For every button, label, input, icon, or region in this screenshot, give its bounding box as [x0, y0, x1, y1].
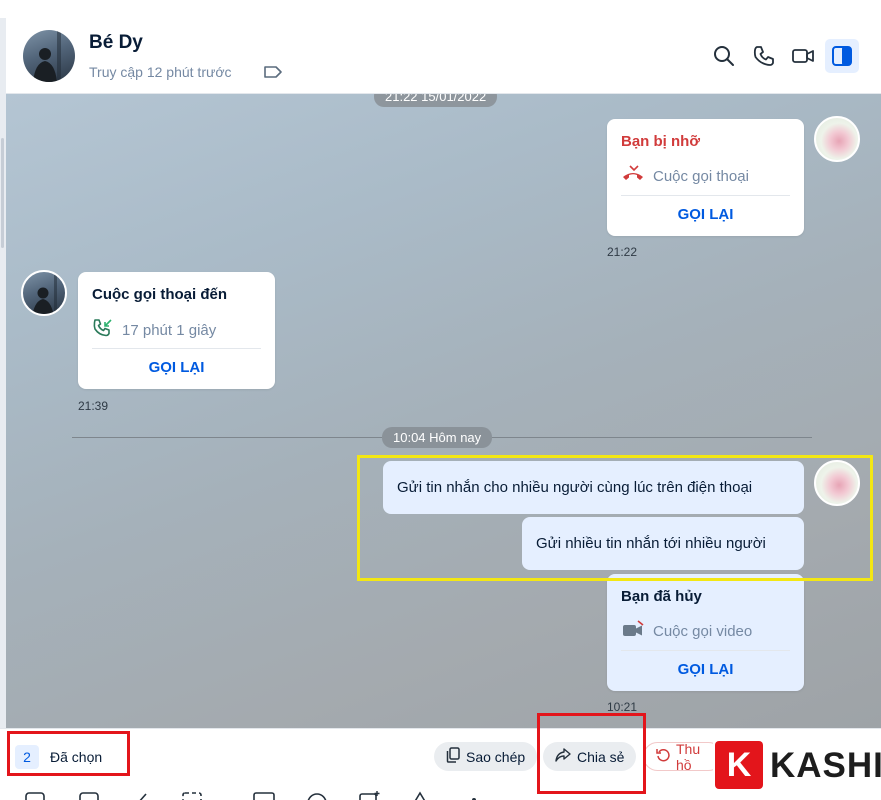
call-back-button[interactable]: GỌI LẠI: [607, 661, 804, 678]
screenshot-icon[interactable]: [181, 789, 205, 800]
call-type-label: Cuộc gọi video: [653, 622, 753, 640]
call-card-title: Bạn bị nhỡ: [621, 133, 700, 150]
search-icon[interactable]: [711, 43, 737, 69]
chat-message-area[interactable]: 21:22 15/01/2022 Bạn bị nhỡ Cuộc gọi tho…: [6, 94, 881, 728]
person-silhouette-icon: [33, 30, 61, 82]
contact-avatar-small[interactable]: [21, 270, 67, 316]
label-tag-icon[interactable]: [263, 64, 283, 85]
cancelled-call-card: Bạn đã hủy Cuộc gọi video GỌI LẠI: [607, 574, 804, 691]
call-back-button[interactable]: GỌI LẠI: [78, 359, 275, 376]
share-button-highlight: [537, 713, 646, 794]
call-card-detail: Cuộc gọi video: [621, 620, 752, 642]
logo-mark: K: [715, 741, 763, 789]
cancelled-video-icon: [621, 620, 645, 642]
copy-icon: [446, 747, 460, 766]
my-avatar[interactable]: [814, 116, 860, 162]
phone-icon[interactable]: [751, 43, 777, 69]
task-icon[interactable]: [358, 789, 382, 800]
sticker-icon[interactable]: [24, 789, 48, 800]
copy-label: Sao chép: [466, 748, 526, 765]
message-time: 21:39: [78, 399, 109, 413]
call-back-button[interactable]: GỌI LẠI: [607, 206, 804, 223]
format-text-icon[interactable]: [408, 789, 432, 800]
date-separator: 21:22 15/01/2022: [374, 94, 498, 107]
reminder-icon[interactable]: [305, 789, 329, 800]
call-card-detail: Cuộc gọi thoại: [621, 165, 749, 187]
call-duration-label: 17 phút 1 giây: [122, 321, 217, 339]
contact-last-seen: Truy cập 12 phút trước: [89, 64, 232, 80]
sidebar-toggle-icon[interactable]: [825, 39, 859, 73]
missed-call-card: Bạn bị nhỡ Cuộc gọi thoại GỌI LẠI: [607, 119, 804, 236]
scrollbar-thumb[interactable]: [1, 138, 4, 248]
incoming-call-icon: [92, 318, 114, 342]
more-options-icon[interactable]: [462, 789, 486, 800]
missed-call-icon: [621, 165, 645, 187]
card-divider: [621, 195, 790, 196]
recall-button[interactable]: Thu hồ: [643, 740, 723, 773]
contact-card-icon[interactable]: [252, 789, 276, 800]
date-separator: 10:04 Hôm nay: [382, 427, 493, 448]
image-icon[interactable]: [78, 789, 102, 800]
call-type-label: Cuộc gọi thoại: [653, 167, 749, 185]
selected-messages-highlight: [357, 455, 873, 581]
copy-button[interactable]: Sao chép: [434, 742, 538, 771]
call-card-title: Bạn đã hủy: [621, 588, 702, 605]
contact-name[interactable]: Bé Dy: [89, 32, 143, 54]
card-divider: [621, 650, 790, 651]
recall-label: Thu hồ: [676, 740, 701, 773]
card-divider: [92, 348, 261, 349]
window-top-strip: [0, 0, 881, 18]
kashi-logo: K KASHI: [713, 738, 881, 793]
incoming-call-card: Cuộc gọi thoại đến 17 phút 1 giây GỌI LẠ…: [78, 272, 275, 389]
call-card-detail: 17 phút 1 giây: [92, 318, 216, 342]
logo-text: KASHI: [770, 746, 881, 785]
chat-header: Bé Dy Truy cập 12 phút trước: [6, 18, 881, 94]
video-call-icon[interactable]: [790, 43, 816, 69]
call-card-title: Cuộc gọi thoại đến: [92, 286, 227, 303]
contact-avatar[interactable]: [23, 30, 75, 82]
message-time: 21:22: [607, 245, 638, 259]
attachment-icon[interactable]: [132, 789, 156, 800]
selected-count-highlight: [7, 731, 130, 776]
person-silhouette-icon: [32, 272, 57, 314]
message-time: 10:21: [607, 700, 638, 714]
recall-icon: [656, 748, 670, 765]
